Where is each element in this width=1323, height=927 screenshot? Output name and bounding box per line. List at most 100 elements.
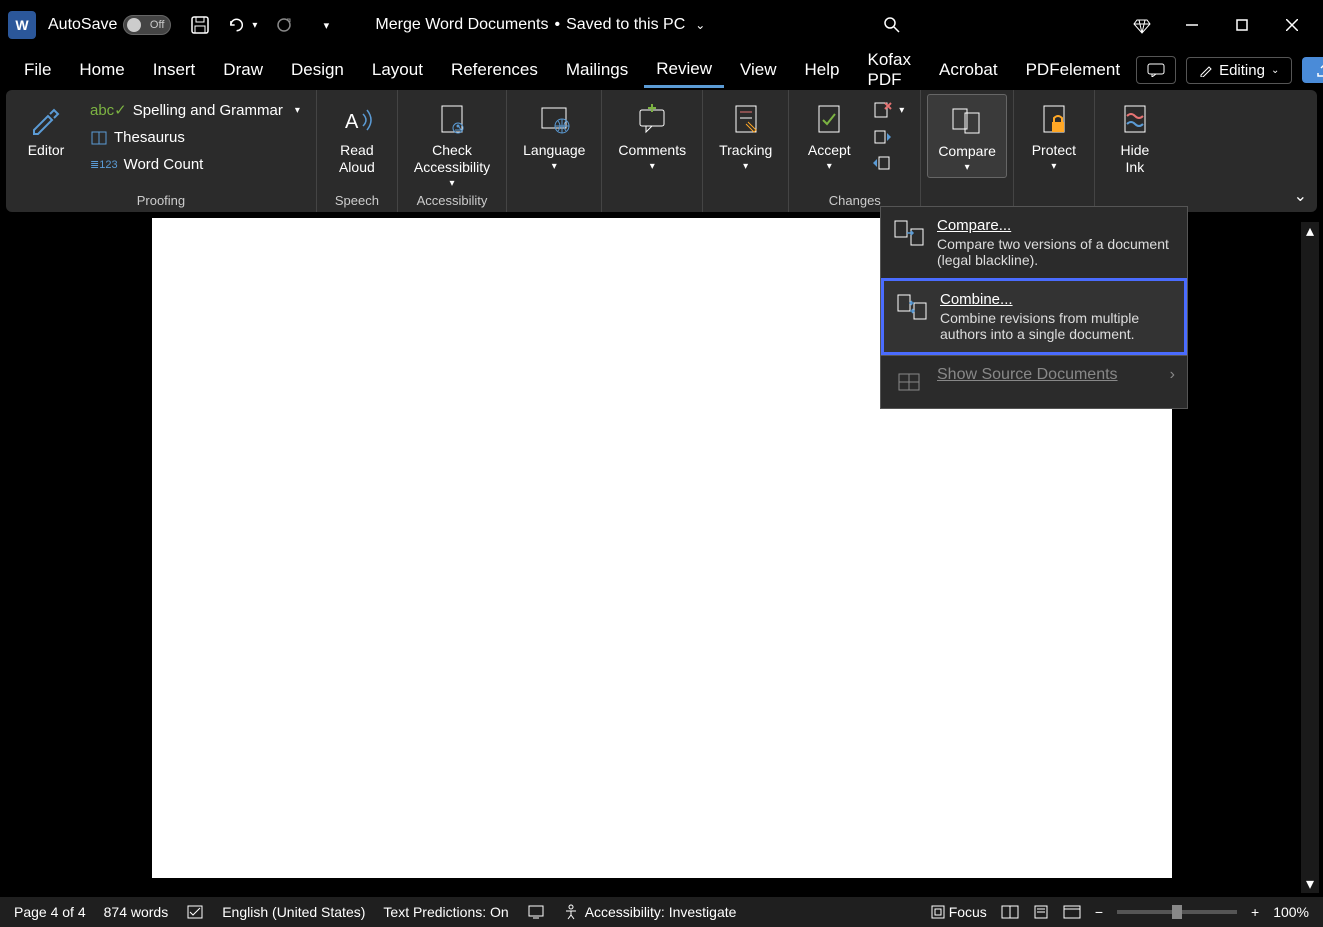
tab-view[interactable]: View bbox=[728, 54, 789, 86]
account-area[interactable] bbox=[935, 7, 1115, 43]
focus-button[interactable]: Focus bbox=[931, 904, 987, 920]
qat-customize[interactable]: ▾ bbox=[311, 10, 341, 40]
accessibility-status[interactable]: Accessibility: Investigate bbox=[563, 904, 737, 920]
scroll-down-button[interactable]: ▾ bbox=[1301, 875, 1319, 893]
zoom-slider[interactable] bbox=[1117, 910, 1237, 914]
accessibility-person-icon bbox=[563, 904, 579, 920]
accept-button[interactable]: Accept ▾ bbox=[795, 94, 863, 176]
language-icon bbox=[536, 98, 572, 142]
read-aloud-icon: A bbox=[339, 98, 375, 142]
protect-icon bbox=[1036, 98, 1072, 142]
compare-dropdown: Compare... Compare two versions of a doc… bbox=[880, 206, 1188, 409]
close-button[interactable] bbox=[1269, 7, 1315, 43]
language-button[interactable]: Language ▾ bbox=[513, 94, 595, 176]
zoom-level[interactable]: 100% bbox=[1273, 904, 1309, 920]
tracking-button[interactable]: Tracking ▾ bbox=[709, 94, 782, 176]
title-bar: W AutoSave Off ▾ ▾ Merge Word Documents … bbox=[0, 0, 1323, 50]
read-aloud-button[interactable]: A Read Aloud bbox=[323, 94, 391, 180]
minimize-button[interactable] bbox=[1169, 7, 1215, 43]
spellcheck-status-icon[interactable] bbox=[186, 904, 204, 920]
show-source-icon bbox=[893, 366, 925, 398]
autosave-toggle[interactable]: AutoSave Off bbox=[48, 15, 171, 35]
toggle-switch[interactable]: Off bbox=[123, 15, 171, 35]
undo-button[interactable]: ▾ bbox=[227, 10, 257, 40]
text-predictions-status[interactable]: Text Predictions: On bbox=[383, 904, 508, 920]
tab-review[interactable]: Review bbox=[644, 53, 724, 88]
print-layout-button[interactable] bbox=[1033, 905, 1049, 919]
maximize-button[interactable] bbox=[1219, 7, 1265, 43]
redo-button[interactable] bbox=[269, 10, 299, 40]
document-title[interactable]: Merge Word Documents • Saved to this PC … bbox=[375, 16, 705, 34]
page-indicator[interactable]: Page 4 of 4 bbox=[14, 904, 86, 920]
tab-kofax[interactable]: Kofax PDF bbox=[856, 44, 923, 96]
combine-menu-icon bbox=[896, 291, 928, 323]
tab-home[interactable]: Home bbox=[67, 54, 136, 86]
tab-references[interactable]: References bbox=[439, 54, 550, 86]
reject-button[interactable]: ▾ bbox=[867, 98, 910, 122]
svg-text:A: A bbox=[345, 111, 359, 133]
compare-menu-item[interactable]: Compare... Compare two versions of a doc… bbox=[881, 207, 1187, 278]
tab-pdfelement[interactable]: PDFelement bbox=[1014, 54, 1132, 86]
autosave-label: AutoSave bbox=[48, 16, 117, 34]
word-count-status[interactable]: 874 words bbox=[104, 904, 169, 920]
toggle-knob bbox=[127, 18, 141, 32]
chevron-right-icon: › bbox=[1170, 366, 1175, 384]
editing-mode-button[interactable]: Editing ⌄ bbox=[1186, 57, 1292, 84]
diamond-icon[interactable] bbox=[1119, 7, 1165, 43]
compare-icon bbox=[949, 99, 985, 143]
wordcount-icon: ≣123 bbox=[90, 158, 118, 171]
tab-mailings[interactable]: Mailings bbox=[554, 54, 640, 86]
comments-pane-button[interactable] bbox=[1136, 56, 1176, 84]
tab-design[interactable]: Design bbox=[279, 54, 356, 86]
word-app-icon: W bbox=[8, 11, 36, 39]
combine-desc: Combine revisions from multiple authors … bbox=[940, 310, 1172, 342]
thesaurus-icon bbox=[90, 130, 108, 146]
ribbon-tabs: File Home Insert Draw Design Layout Refe… bbox=[0, 50, 1323, 90]
ribbon: Editor abc✓ Spelling and Grammar ▾ Thesa… bbox=[6, 90, 1317, 212]
chevron-down-icon[interactable]: ⌄ bbox=[695, 18, 705, 32]
thesaurus-button[interactable]: Thesaurus bbox=[84, 126, 306, 149]
zoom-slider-knob[interactable] bbox=[1172, 905, 1182, 919]
share-icon bbox=[1316, 63, 1323, 77]
accept-icon bbox=[811, 98, 847, 142]
tab-layout[interactable]: Layout bbox=[360, 54, 435, 86]
editor-button[interactable]: Editor bbox=[12, 94, 80, 163]
zoom-out-button[interactable]: − bbox=[1095, 904, 1103, 920]
ribbon-collapse-button[interactable]: ⌄ bbox=[1294, 186, 1307, 206]
compare-desc: Compare two versions of a document (lega… bbox=[937, 236, 1175, 268]
tab-insert[interactable]: Insert bbox=[141, 54, 208, 86]
zoom-in-button[interactable]: + bbox=[1251, 904, 1259, 920]
search-button[interactable] bbox=[883, 16, 901, 34]
combine-menu-item[interactable]: Combine... Combine revisions from multip… bbox=[881, 278, 1187, 355]
share-button[interactable]: ⌄ bbox=[1302, 57, 1323, 83]
show-source-menu-item: Show Source Documents › bbox=[881, 356, 1187, 408]
spelling-grammar-button[interactable]: abc✓ Spelling and Grammar ▾ bbox=[84, 98, 306, 122]
display-settings-icon[interactable] bbox=[527, 904, 545, 920]
hide-ink-button[interactable]: Hide Ink bbox=[1101, 94, 1169, 180]
check-accessibility-button[interactable]: Check Accessibility ▾ bbox=[404, 94, 500, 193]
language-status[interactable]: English (United States) bbox=[222, 904, 365, 920]
web-layout-button[interactable] bbox=[1063, 905, 1081, 919]
vertical-scrollbar[interactable]: ▴ ▾ bbox=[1301, 222, 1319, 893]
tab-acrobat[interactable]: Acrobat bbox=[927, 54, 1010, 86]
previous-change-button[interactable] bbox=[867, 126, 910, 148]
proofing-group-label: Proofing bbox=[12, 193, 310, 210]
tab-help[interactable]: Help bbox=[793, 54, 852, 86]
comments-button[interactable]: Comments ▾ bbox=[608, 94, 696, 176]
accessibility-group-label: Accessibility bbox=[404, 193, 500, 210]
editor-icon bbox=[28, 98, 64, 142]
toggle-state: Off bbox=[150, 19, 164, 31]
tab-draw[interactable]: Draw bbox=[211, 54, 275, 86]
read-mode-button[interactable] bbox=[1001, 905, 1019, 919]
speech-group-label: Speech bbox=[323, 193, 391, 210]
protect-button[interactable]: Protect ▾ bbox=[1020, 94, 1088, 176]
compare-menu-icon bbox=[893, 217, 925, 249]
word-count-button[interactable]: ≣123 Word Count bbox=[84, 153, 306, 176]
save-button[interactable] bbox=[185, 10, 215, 40]
accessibility-icon bbox=[434, 98, 470, 142]
scroll-up-button[interactable]: ▴ bbox=[1301, 222, 1319, 240]
next-change-button[interactable] bbox=[867, 152, 910, 174]
compare-button[interactable]: Compare ▾ bbox=[927, 94, 1007, 178]
tab-file[interactable]: File bbox=[12, 54, 63, 86]
comments-icon bbox=[634, 98, 670, 142]
